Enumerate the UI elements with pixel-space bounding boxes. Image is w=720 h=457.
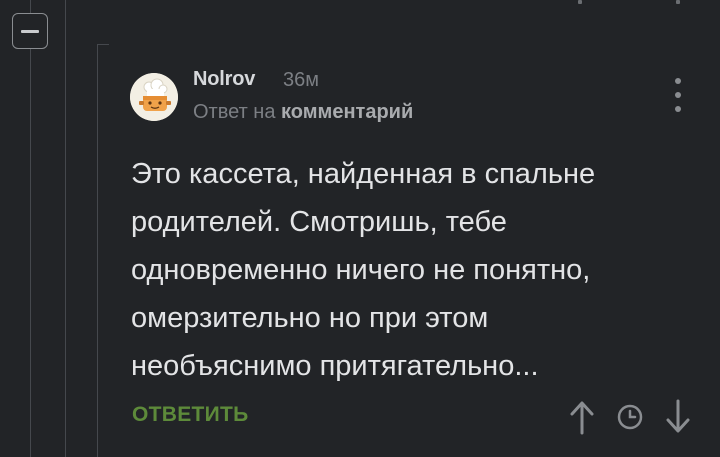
avatar[interactable]: [130, 73, 178, 121]
arrow-down-icon[interactable]: [661, 398, 695, 436]
more-dot: [675, 92, 681, 98]
comment-line: Это кассета, найденная в спальне: [131, 158, 596, 190]
comment-thread: Nolrov 36м Ответ на комментарий Это касс…: [0, 0, 720, 457]
thread-line[interactable]: [97, 44, 98, 457]
minus-icon: [21, 29, 39, 33]
thread-line[interactable]: [30, 0, 31, 457]
reply-to-link[interactable]: комментарий: [281, 101, 413, 123]
comment-line: одновременно ничего не понятно,: [131, 254, 591, 286]
comment-line: необъяснимо притягательно...: [131, 350, 539, 382]
thread-line[interactable]: [65, 0, 66, 457]
more-dot: [675, 78, 681, 84]
clock-icon[interactable]: [613, 398, 647, 436]
clock-icon: [578, 0, 582, 4]
collapse-thread-button[interactable]: [12, 13, 48, 49]
reply-button[interactable]: ОТВЕТИТЬ: [132, 403, 249, 427]
more-dot: [675, 106, 681, 112]
thread-branch: [97, 44, 109, 45]
author-name[interactable]: Nolrov: [193, 68, 255, 91]
comment-line: омерзительно но при этом: [131, 302, 489, 334]
comment-time[interactable]: 36м: [283, 69, 319, 92]
comment-line: родителей. Смотришь, тебе: [131, 206, 507, 238]
reply-prefix: Ответ на: [193, 101, 276, 123]
arrow-down-icon: [676, 0, 680, 4]
comment-body: Это кассета, найденная в спальне родител…: [131, 150, 691, 390]
reply-to-line: Ответ на комментарий: [193, 101, 413, 124]
chef-hat-avatar-icon: [130, 73, 178, 121]
arrow-up-icon[interactable]: [565, 398, 599, 436]
more-vertical-icon[interactable]: [670, 78, 686, 112]
